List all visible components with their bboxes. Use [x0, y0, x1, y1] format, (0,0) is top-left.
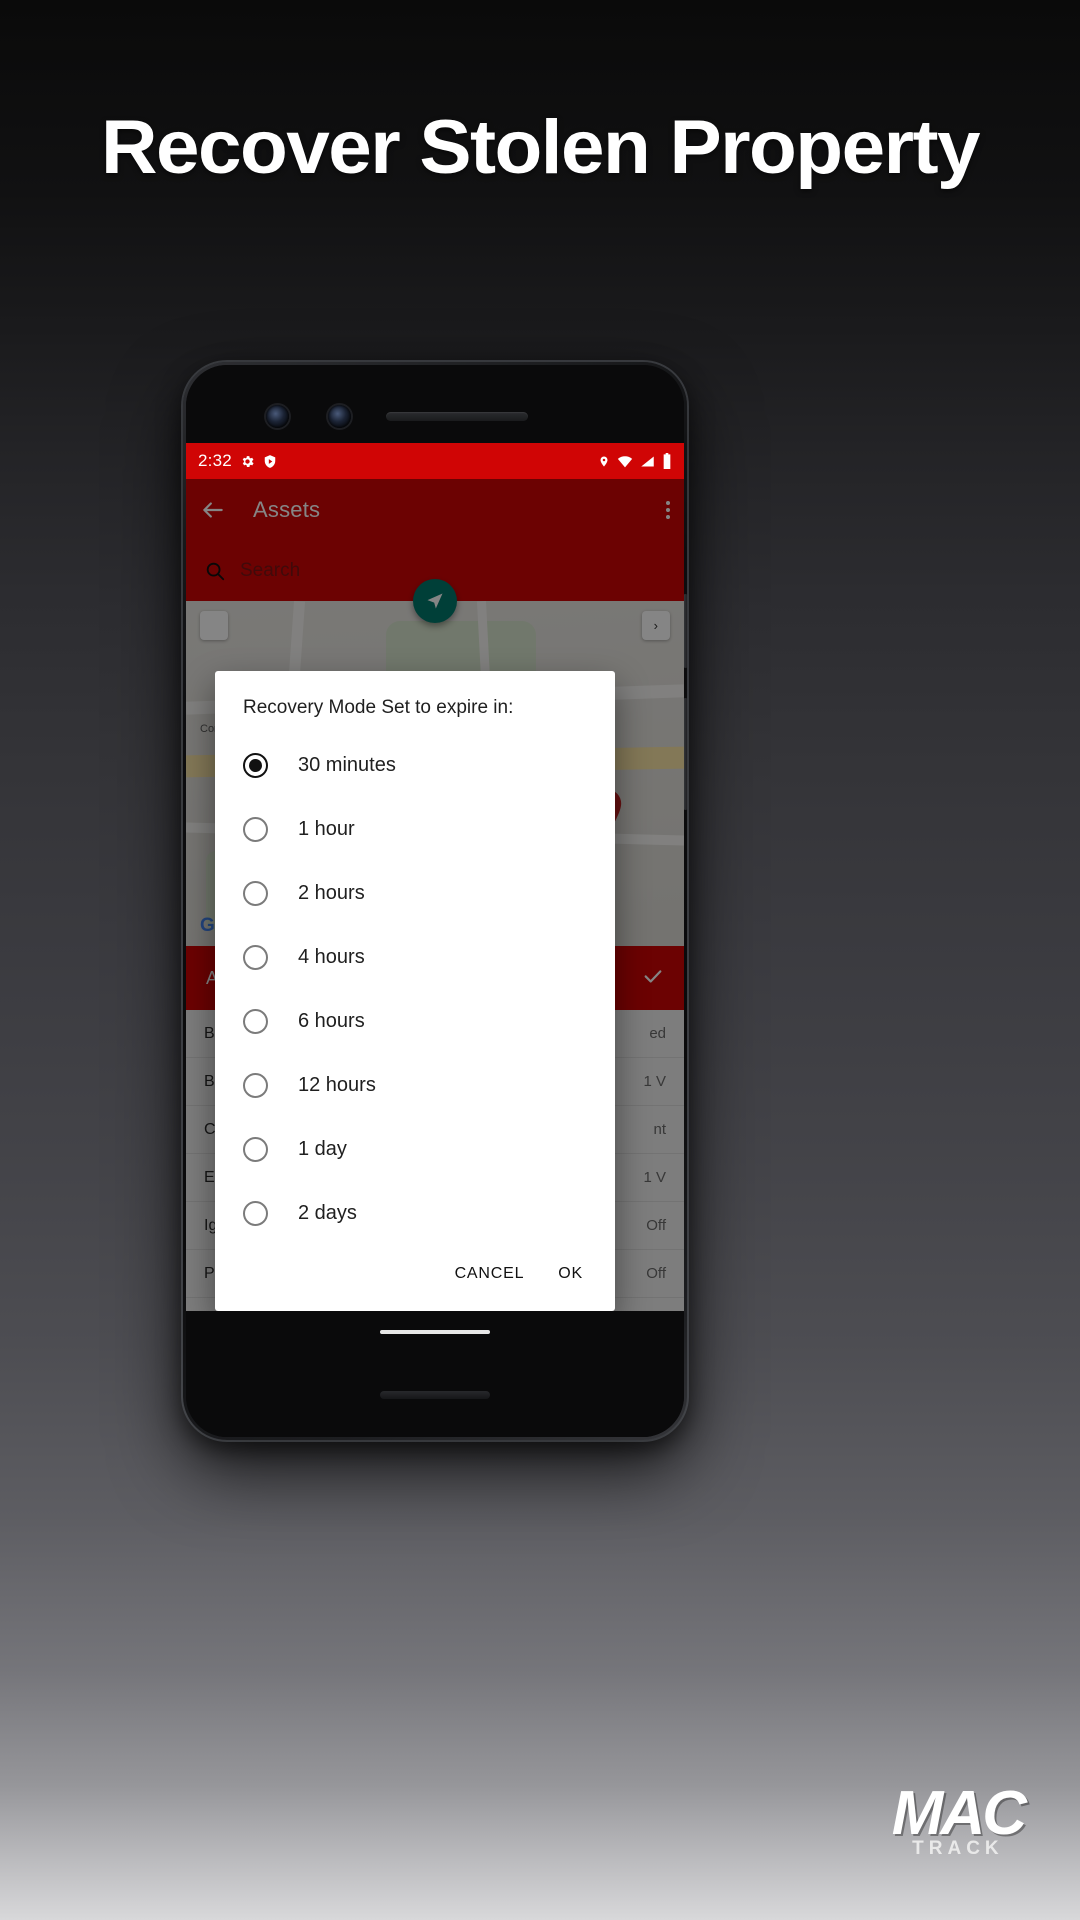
radio-option-label: 2 hours: [298, 881, 365, 904]
front-camera-icon: [266, 405, 289, 428]
phone-screen: 2:32 Assets Search Cons › G ed 1 V nt 1 …: [186, 443, 684, 1353]
radio-icon-selected[interactable]: [243, 752, 268, 778]
phone-bottom-bezel: [186, 1347, 684, 1437]
dialog-title: Recovery Mode Set to expire in:: [243, 697, 514, 718]
cancel-button[interactable]: CANCEL: [453, 1259, 527, 1289]
promo-page: Recover Stolen Property 2:32 Assets Sear…: [0, 0, 1080, 1920]
radio-option-1-day[interactable]: 1 day: [215, 1117, 615, 1181]
gear-icon: [240, 454, 255, 469]
page-title: Recover Stolen Property: [100, 105, 981, 190]
radio-option-2-days[interactable]: 2 days: [215, 1181, 615, 1245]
radio-icon[interactable]: [243, 1008, 268, 1034]
earpiece-speaker: [386, 412, 528, 421]
radio-option-label: 1 hour: [298, 817, 355, 840]
radio-icon[interactable]: [243, 816, 268, 842]
radio-icon[interactable]: [243, 1136, 268, 1162]
phone-top-bezel: [186, 365, 684, 443]
radio-option-label: 12 hours: [298, 1073, 376, 1096]
radio-option-label: 4 hours: [298, 945, 365, 968]
recovery-mode-dialog: Recovery Mode Set to expire in: 30 minut…: [215, 671, 615, 1311]
wifi-icon: [617, 455, 633, 468]
location-icon: [598, 454, 610, 469]
radio-option-label: 2 days: [298, 1201, 357, 1224]
phone-mockup: 2:32 Assets Search Cons › G ed 1 V nt 1 …: [183, 362, 687, 1440]
ok-button[interactable]: OK: [556, 1259, 585, 1289]
radio-option-1-hour[interactable]: 1 hour: [215, 797, 615, 861]
brand-logo: MAC TRACK: [891, 1779, 1027, 1860]
phone-body: 2:32 Assets Search Cons › G ed 1 V nt 1 …: [186, 365, 684, 1437]
home-pill[interactable]: [380, 1330, 490, 1334]
radio-option-6-hours[interactable]: 6 hours: [215, 989, 615, 1053]
radio-option-12-hours[interactable]: 12 hours: [215, 1053, 615, 1117]
radio-icon[interactable]: [243, 1200, 268, 1226]
status-bar: 2:32: [186, 443, 684, 479]
radio-icon[interactable]: [243, 944, 268, 970]
radio-icon[interactable]: [243, 1072, 268, 1098]
radio-option-2-hours[interactable]: 2 hours: [215, 861, 615, 925]
radio-option-label: 6 hours: [298, 1009, 365, 1032]
status-bar-left: 2:32: [198, 451, 277, 471]
brand-logo-main: MAC: [891, 1779, 1027, 1849]
radio-option-30-minutes[interactable]: 30 minutes: [215, 733, 615, 797]
dialog-actions: CANCEL OK: [215, 1245, 615, 1299]
battery-icon: [662, 453, 672, 469]
signal-icon: [640, 455, 655, 468]
radio-option-label: 1 day: [298, 1137, 347, 1160]
status-clock: 2:32: [198, 451, 232, 470]
front-camera-secondary-icon: [328, 405, 351, 428]
bottom-speaker: [380, 1391, 490, 1399]
radio-option-label: 30 minutes: [298, 753, 396, 776]
status-bar-right: [598, 453, 672, 469]
shield-play-icon: [263, 454, 277, 469]
radio-icon[interactable]: [243, 880, 268, 906]
radio-option-4-hours[interactable]: 4 hours: [215, 925, 615, 989]
